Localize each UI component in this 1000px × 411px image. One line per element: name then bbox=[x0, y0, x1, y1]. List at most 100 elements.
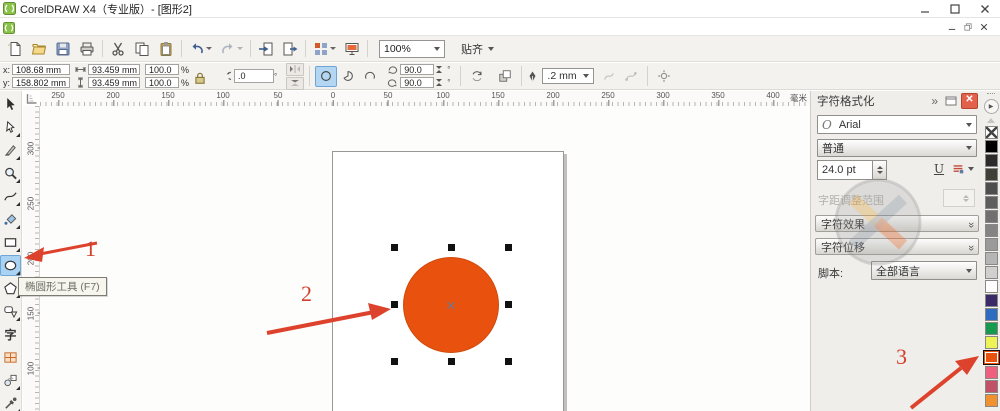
export-button[interactable] bbox=[278, 38, 302, 60]
gray-30-swatch[interactable] bbox=[984, 238, 998, 251]
violet-swatch[interactable] bbox=[984, 294, 998, 307]
palette-flyout-button[interactable]: ▶ bbox=[983, 99, 999, 114]
font-size-field[interactable]: 24.0 pt bbox=[817, 160, 873, 180]
gray-60-swatch[interactable] bbox=[984, 196, 998, 209]
pie-shape-button[interactable] bbox=[337, 66, 359, 87]
kerning-spinner[interactable] bbox=[943, 189, 975, 207]
start-angle-spinner[interactable] bbox=[436, 66, 445, 73]
arc-shape-button[interactable] bbox=[359, 66, 381, 87]
undo-button[interactable] bbox=[185, 38, 216, 60]
gray-20-swatch[interactable] bbox=[984, 252, 998, 265]
toolbar-separator[interactable] bbox=[364, 38, 371, 60]
palette-grip[interactable] bbox=[987, 93, 995, 96]
new-document-button[interactable] bbox=[3, 38, 27, 60]
section-character-shift[interactable]: 字符位移 » bbox=[815, 238, 979, 255]
gray-80-swatch[interactable] bbox=[984, 168, 998, 181]
horizontal-ruler[interactable]: 毫米 250 200 150 100 50 0 50 100 150 200 250 300 350 40… bbox=[40, 91, 810, 107]
underline-button[interactable]: U bbox=[931, 162, 947, 178]
save-button[interactable] bbox=[51, 38, 75, 60]
toolbar-separator[interactable] bbox=[247, 38, 254, 60]
docker-close-button[interactable]: ✕ bbox=[961, 92, 978, 109]
doc-restore-button[interactable] bbox=[960, 21, 976, 33]
text-tool[interactable]: 字 bbox=[0, 324, 21, 345]
orange-swatch[interactable] bbox=[984, 394, 998, 407]
object-height-field[interactable]: 93.459 mm bbox=[88, 77, 140, 88]
toolbar-separator[interactable] bbox=[178, 38, 185, 60]
end-angle-spinner[interactable] bbox=[436, 79, 445, 86]
black-swatch[interactable] bbox=[984, 140, 998, 153]
close-curve-button[interactable] bbox=[620, 66, 642, 87]
copy-button[interactable] bbox=[130, 38, 154, 60]
snap-to-button[interactable]: 贴齐 bbox=[461, 41, 494, 57]
end-angle-field[interactable]: 90.0 bbox=[400, 77, 435, 88]
docker-collapse-icon[interactable]: » bbox=[931, 94, 938, 108]
gray-90-swatch[interactable] bbox=[984, 154, 998, 167]
object-y-field[interactable]: 158.802 mm bbox=[12, 77, 70, 88]
gray-10-swatch[interactable] bbox=[984, 266, 998, 279]
toolbar-separator[interactable] bbox=[99, 38, 106, 60]
convert-to-curves-button[interactable] bbox=[598, 66, 620, 87]
pink-swatch[interactable] bbox=[984, 366, 998, 379]
maximize-button[interactable] bbox=[940, 1, 970, 16]
ellipse-tool[interactable] bbox=[0, 255, 21, 276]
change-direction-button[interactable] bbox=[466, 66, 488, 87]
zoom-level-select[interactable]: 100% bbox=[379, 39, 445, 58]
orange-red-swatch[interactable] bbox=[982, 350, 1000, 365]
freehand-tool[interactable] bbox=[0, 186, 21, 207]
options-button[interactable] bbox=[500, 38, 524, 66]
white-swatch[interactable] bbox=[984, 280, 998, 293]
script-select[interactable]: 全部语言 bbox=[871, 261, 977, 280]
no-color-swatch[interactable] bbox=[984, 126, 998, 139]
blend-tool[interactable] bbox=[0, 370, 21, 391]
import-button[interactable] bbox=[254, 38, 278, 60]
drawing-canvas[interactable] bbox=[40, 106, 810, 411]
shape-tool[interactable] bbox=[0, 117, 21, 138]
selection-handle-bottom-right[interactable] bbox=[505, 358, 512, 365]
font-size-spinner[interactable] bbox=[873, 160, 887, 180]
app-launcher-button[interactable] bbox=[309, 38, 340, 60]
minimize-button[interactable] bbox=[910, 1, 940, 16]
print-button[interactable] bbox=[75, 38, 99, 60]
text-wrap-button[interactable] bbox=[653, 66, 675, 87]
close-button[interactable] bbox=[970, 1, 1000, 16]
doc-minimize-button[interactable] bbox=[944, 21, 960, 33]
rotation-angle-field[interactable]: .0 bbox=[234, 69, 275, 83]
selection-handle-middle-right[interactable] bbox=[505, 301, 512, 308]
rose-swatch[interactable] bbox=[984, 380, 998, 393]
font-family-select[interactable]: O Arial bbox=[817, 115, 977, 134]
selection-handle-bottom-left[interactable] bbox=[391, 358, 398, 365]
redo-button[interactable] bbox=[216, 38, 247, 60]
zoom-tool[interactable] bbox=[0, 163, 21, 184]
scale-y-field[interactable]: 100.0 bbox=[145, 77, 179, 88]
ellipse-shape-button[interactable] bbox=[315, 65, 338, 87]
object-x-field[interactable]: 108.68 mm bbox=[12, 64, 70, 75]
yellow-swatch[interactable] bbox=[984, 336, 998, 349]
palette-scroll-up-icon[interactable] bbox=[987, 118, 995, 123]
outline-width-select[interactable]: .2 mm bbox=[542, 68, 595, 84]
open-button[interactable] bbox=[27, 38, 51, 60]
ruler-origin-icon[interactable] bbox=[22, 91, 40, 106]
order-to-front-button[interactable] bbox=[494, 66, 516, 87]
selection-handle-top-left[interactable] bbox=[391, 244, 398, 251]
crop-tool[interactable] bbox=[0, 140, 21, 161]
eyedropper-tool[interactable] bbox=[0, 393, 21, 411]
doc-close-button[interactable] bbox=[976, 21, 992, 33]
cut-button[interactable] bbox=[106, 38, 130, 60]
green-swatch[interactable] bbox=[984, 322, 998, 335]
mirror-vertical-button[interactable] bbox=[286, 76, 305, 90]
blue-swatch[interactable] bbox=[984, 308, 998, 321]
selection-handle-bottom-center[interactable] bbox=[448, 358, 455, 365]
selection-handle-top-center[interactable] bbox=[448, 244, 455, 251]
basic-shapes-tool[interactable] bbox=[0, 301, 21, 322]
character-more-button[interactable] bbox=[951, 162, 974, 176]
pick-tool[interactable] bbox=[0, 94, 21, 115]
mirror-horizontal-button[interactable] bbox=[286, 62, 305, 76]
object-center-marker[interactable] bbox=[447, 301, 455, 309]
font-style-select[interactable]: 普通 bbox=[817, 139, 977, 157]
object-width-field[interactable]: 93.459 mm bbox=[88, 64, 140, 75]
gray-70-swatch[interactable] bbox=[984, 182, 998, 195]
selection-handle-top-right[interactable] bbox=[505, 244, 512, 251]
welcome-screen-button[interactable] bbox=[340, 38, 364, 60]
gray-40-swatch[interactable] bbox=[984, 224, 998, 237]
toolbar-separator[interactable] bbox=[302, 38, 309, 60]
